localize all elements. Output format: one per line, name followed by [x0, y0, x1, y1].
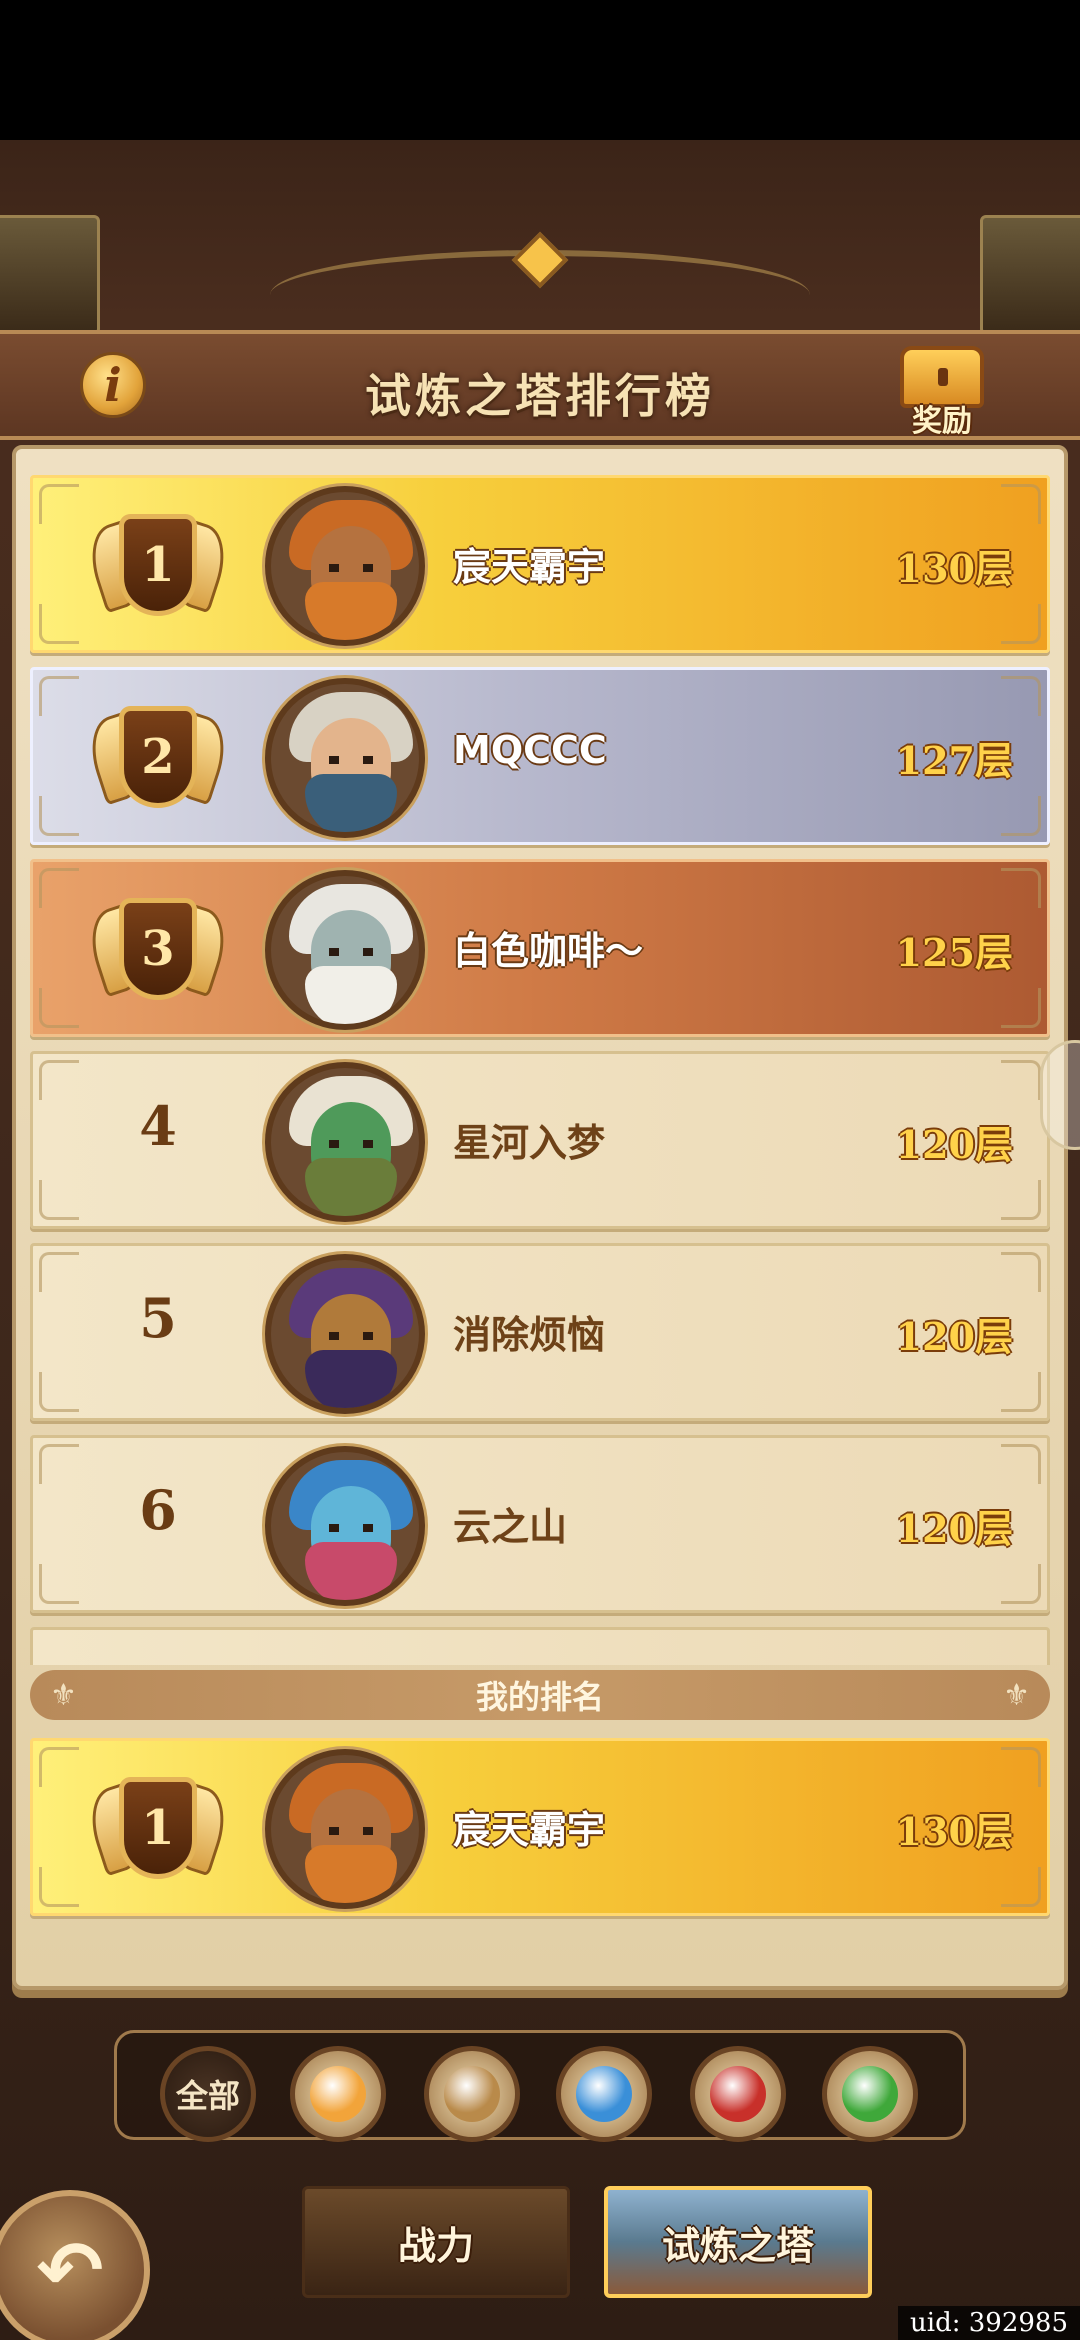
my-rank-row[interactable]: 1 宸天霸宇 130层	[30, 1738, 1050, 1916]
earth-faction-icon	[444, 2066, 500, 2122]
player-name: 白色咖啡～	[453, 929, 644, 973]
player-score: 120层	[895, 1506, 1013, 1551]
corner-ornament	[39, 988, 79, 1028]
fleur-right-icon: ⚜	[1003, 1678, 1030, 1713]
filter-light-faction[interactable]	[290, 2046, 386, 2142]
player-score: 130层	[895, 546, 1013, 591]
player-score: 120层	[895, 1122, 1013, 1167]
leaderboard-row[interactable]	[30, 1627, 1050, 1665]
rank-number: 3	[119, 898, 197, 1000]
corner-ornament	[1001, 868, 1041, 908]
rank-number: 1	[119, 514, 197, 616]
corner-ornament	[39, 1060, 79, 1100]
filter-label: 全部	[175, 2077, 240, 2115]
player-avatar[interactable]	[265, 678, 425, 838]
player-avatar[interactable]	[265, 486, 425, 646]
player-score: 127层	[895, 738, 1013, 783]
corner-ornament	[1001, 988, 1041, 1028]
right-pillar-decoration	[980, 215, 1080, 335]
player-avatar[interactable]	[265, 1062, 425, 1222]
player-avatar[interactable]	[265, 870, 425, 1030]
corner-ornament	[39, 1252, 79, 1292]
corner-ornament	[39, 1444, 79, 1484]
leaderboard-row[interactable]: 2 MQCCC 127层	[30, 667, 1050, 845]
corner-ornament	[39, 1747, 79, 1787]
rank-number: 5	[139, 1286, 177, 1350]
filter-earth-faction[interactable]	[424, 2046, 520, 2142]
corner-ornament	[1001, 1867, 1041, 1907]
corner-ornament	[1001, 796, 1041, 836]
filter-all-filter[interactable]: 全部	[160, 2046, 256, 2142]
player-name: 消除烦恼	[453, 1313, 606, 1357]
player-avatar[interactable]	[265, 1254, 425, 1414]
rank-number: 1	[119, 1777, 197, 1879]
fleur-left-icon: ⚜	[50, 1678, 77, 1713]
corner-ornament	[39, 676, 79, 716]
rank-number: 4	[139, 1094, 177, 1158]
player-name: 星河入梦	[453, 1121, 606, 1165]
reward-button[interactable]: 奖励	[892, 340, 992, 440]
player-score: 125层	[895, 930, 1013, 975]
corner-ornament	[39, 1180, 79, 1220]
rank-badge-icon: 3	[81, 886, 235, 1016]
my-rank-divider: ⚜ 我的排名 ⚜	[30, 1670, 1050, 1720]
filter-fire-faction[interactable]	[690, 2046, 786, 2142]
rank-badge-icon: 1	[81, 1765, 235, 1895]
corner-ornament	[39, 604, 79, 644]
corner-ornament	[39, 796, 79, 836]
corner-ornament	[1001, 1060, 1041, 1100]
corner-ornament	[1001, 1180, 1041, 1220]
rank-badge-icon: 1	[81, 502, 235, 632]
player-avatar[interactable]	[265, 1749, 425, 1909]
status-bar-area	[0, 0, 1080, 140]
wind-faction-icon	[842, 2066, 898, 2122]
corner-ornament	[1001, 1564, 1041, 1604]
left-pillar-decoration	[0, 215, 100, 335]
corner-ornament	[39, 868, 79, 908]
filter-water-faction[interactable]	[556, 2046, 652, 2142]
tab-trial-tower-label: 试炼之塔	[661, 2223, 814, 2268]
tab-trial-tower[interactable]: 试炼之塔	[604, 2186, 872, 2298]
player-avatar[interactable]	[265, 1446, 425, 1606]
player-name: 云之山	[453, 1505, 568, 1549]
uid-label: uid: 392985	[898, 2306, 1080, 2340]
player-name: 宸天霸宇	[453, 1808, 606, 1852]
water-faction-icon	[576, 2066, 632, 2122]
corner-ornament	[1001, 1372, 1041, 1412]
tab-power[interactable]: 战力	[302, 2186, 570, 2298]
corner-ornament	[39, 1867, 79, 1907]
corner-ornament	[1001, 1747, 1041, 1787]
leaderboard-row[interactable]: 4 星河入梦 120层	[30, 1051, 1050, 1229]
side-scroll-handle[interactable]	[1040, 1040, 1080, 1150]
leaderboard-row[interactable]: 5 消除烦恼 120层	[30, 1243, 1050, 1421]
corner-ornament	[1001, 1444, 1041, 1484]
corner-ornament	[1001, 484, 1041, 524]
corner-ornament	[1001, 604, 1041, 644]
corner-ornament	[39, 484, 79, 524]
leaderboard-row[interactable]: 1 宸天霸宇 130层	[30, 475, 1050, 653]
rank-badge-icon: 2	[81, 694, 235, 824]
reward-label: 奖励	[912, 404, 972, 439]
fire-faction-icon	[710, 2066, 766, 2122]
player-score: 120层	[895, 1314, 1013, 1359]
rank-number: 2	[119, 706, 197, 808]
corner-ornament	[1001, 1252, 1041, 1292]
player-name: MQCCC	[453, 728, 607, 772]
tab-power-label: 战力	[397, 2223, 474, 2268]
leaderboard-row[interactable]: 3 白色咖啡～ 125层	[30, 859, 1050, 1037]
rank-number: 6	[139, 1478, 177, 1542]
leaderboard-row[interactable]: 6 云之山 120层	[30, 1435, 1050, 1613]
filter-wind-faction[interactable]	[822, 2046, 918, 2142]
leaderboard-list[interactable]: 1 宸天霸宇 130层 2 MQCCC 127层 3 白色咖啡～ 125层 4 星河入梦 120层 5 消…	[30, 475, 1050, 1665]
corner-ornament	[39, 1372, 79, 1412]
player-score: 130层	[895, 1809, 1013, 1854]
corner-ornament	[39, 1564, 79, 1604]
corner-ornament	[1001, 676, 1041, 716]
light-faction-icon	[310, 2066, 366, 2122]
back-arrow-icon: ↶	[36, 2223, 104, 2317]
player-name: 宸天霸宇	[453, 545, 606, 589]
my-rank-label: 我的排名	[475, 1678, 604, 1716]
